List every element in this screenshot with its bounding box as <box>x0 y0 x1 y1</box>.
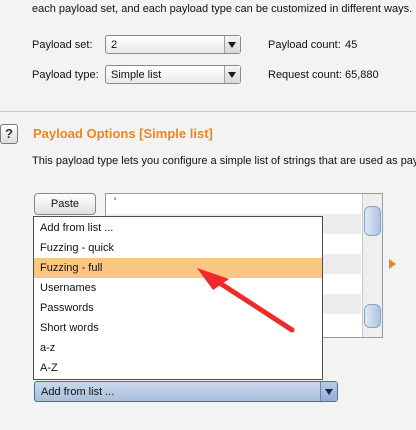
add-from-list-popup[interactable]: Add from list ... Fuzzing - quick Fuzzin… <box>33 216 323 380</box>
payload-count-label: Payload count: <box>268 39 341 51</box>
payload-type-label: Payload type: <box>32 69 99 81</box>
section-divider <box>0 111 416 112</box>
payload-type-select[interactable]: Simple list <box>105 65 241 84</box>
payload-count-value: 45 <box>345 39 358 51</box>
popup-item-a-z-lower[interactable]: a-z <box>34 338 322 358</box>
popup-item-passwords[interactable]: Passwords <box>34 298 322 318</box>
payload-set-label: Payload set: <box>32 39 93 51</box>
popup-item-fuzzing-full[interactable]: Fuzzing - full <box>34 258 322 278</box>
section-title: Payload Options [Simple list] <box>33 126 213 141</box>
list-item[interactable]: ' <box>114 196 116 208</box>
intro-text: each payload set, and each payload type … <box>32 3 413 15</box>
popup-item-usernames[interactable]: Usernames <box>34 278 322 298</box>
expand-arrow-icon[interactable] <box>389 259 396 269</box>
payload-set-value: 2 <box>111 39 118 51</box>
scroll-thumb[interactable] <box>364 206 381 236</box>
popup-item-fuzzing-quick[interactable]: Fuzzing - quick <box>34 238 322 258</box>
chevron-down-icon <box>224 36 240 53</box>
add-from-list-value: Add from list ... <box>41 386 115 398</box>
payload-type-value: Simple list <box>111 69 162 81</box>
popup-item-a-z-upper[interactable]: A-Z <box>34 358 322 378</box>
request-count-value: 65,880 <box>345 69 379 81</box>
section-description: This payload type lets you configure a s… <box>32 155 416 167</box>
list-scrollbar[interactable] <box>362 194 382 337</box>
paste-button[interactable]: Paste <box>34 193 96 215</box>
popup-item-short-words[interactable]: Short words <box>34 318 322 338</box>
add-from-list-select[interactable]: Add from list ... <box>34 381 338 402</box>
scroll-thumb[interactable] <box>364 304 381 328</box>
chevron-down-icon <box>224 66 240 83</box>
help-icon[interactable]: ? <box>0 124 18 144</box>
chevron-down-icon <box>320 382 337 401</box>
payload-set-select[interactable]: 2 <box>105 35 241 54</box>
request-count-label: Request count: <box>268 69 342 81</box>
popup-item-add-from-list[interactable]: Add from list ... <box>34 218 322 238</box>
